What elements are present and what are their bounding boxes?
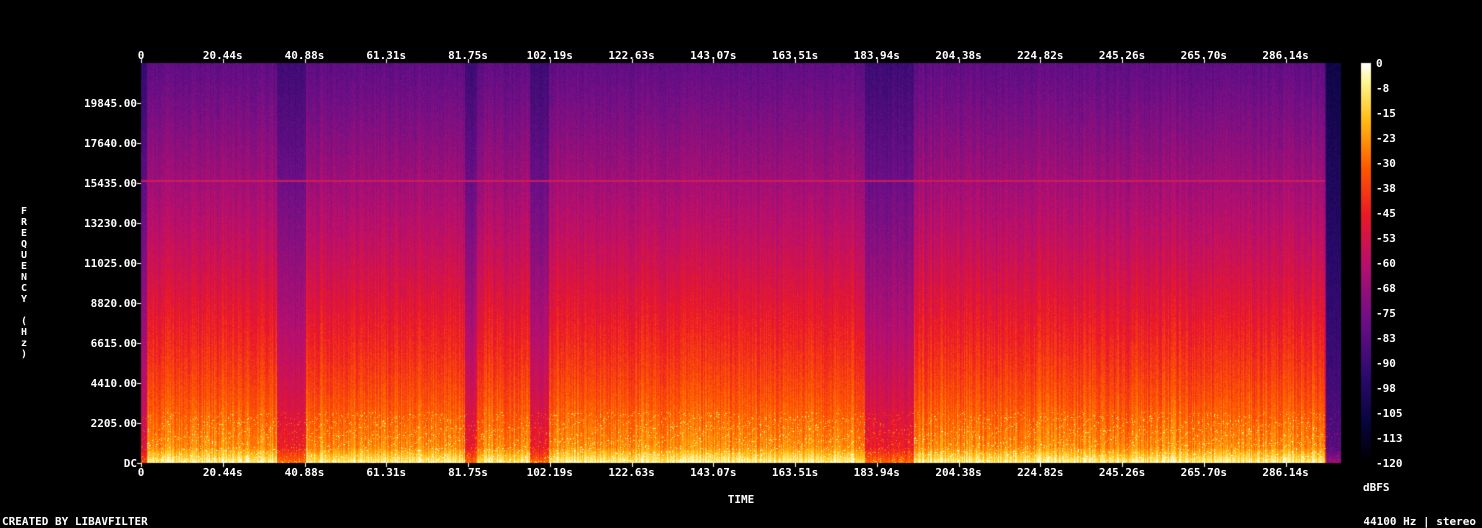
y-tick-label: 11025.00 xyxy=(84,257,137,270)
x-tick-top: 0 xyxy=(137,49,145,62)
y-tick-label: 15435.00 xyxy=(84,177,137,190)
colorbar-tick-label: -45 xyxy=(1376,207,1396,220)
y-tick-label: 17640.00 xyxy=(84,137,137,150)
colorbar-label: dBFS xyxy=(1363,481,1390,494)
colorbar-tick-label: 0 xyxy=(1376,57,1383,70)
colorbar-tick-label: -23 xyxy=(1376,132,1396,145)
x-tick-bottom: 245.26s xyxy=(1098,466,1146,479)
colorbar-tick-label: -120 xyxy=(1376,457,1403,470)
y-tick-label: 6615.00 xyxy=(90,337,137,350)
x-tick-top: 40.88s xyxy=(284,49,325,62)
x-tick-top: 245.26s xyxy=(1098,49,1146,62)
x-tick-bottom: 163.51s xyxy=(771,466,819,479)
colorbar-tick-label: -15 xyxy=(1376,107,1396,120)
x-axis-label: TIME xyxy=(727,493,755,506)
x-tick-top: 20.44s xyxy=(202,49,243,62)
x-tick-bottom: 224.82s xyxy=(1017,466,1064,479)
y-tick-label: 2205.00 xyxy=(90,417,137,430)
x-tick-bottom: 20.44s xyxy=(202,466,243,479)
x-tick-bottom: 265.70s xyxy=(1180,466,1227,479)
colorbar-tick-label: -105 xyxy=(1376,407,1403,420)
x-tick-top: 143.07s xyxy=(690,49,737,62)
x-tick-bottom: 40.88s xyxy=(284,466,325,479)
x-tick-top: 204.38s xyxy=(935,49,982,62)
x-tick-top: 265.70s xyxy=(1180,49,1227,62)
y-tick-label: 8820.00 xyxy=(90,297,137,310)
x-tick-top: 81.75s xyxy=(448,49,488,62)
x-tick-bottom: 81.75s xyxy=(448,466,488,479)
colorbar-tick-label: -38 xyxy=(1376,182,1396,195)
x-tick-top: 183.94s xyxy=(853,49,900,62)
colorbar-tick-label: -60 xyxy=(1376,257,1396,270)
x-tick-top: 122.63s xyxy=(608,49,655,62)
x-tick-bottom: 0 xyxy=(137,466,145,479)
x-tick-bottom: 286.14s xyxy=(1262,466,1309,479)
colorbar-tick-label: -83 xyxy=(1376,332,1396,345)
x-tick-bottom: 143.07s xyxy=(690,466,737,479)
colorbar-tick-label: -98 xyxy=(1376,382,1396,395)
footer-credit: CREATED BY LIBAVFILTER xyxy=(2,515,148,528)
x-tick-bottom: 183.94s xyxy=(853,466,900,479)
x-tick-bottom: 102.19s xyxy=(526,466,573,479)
x-tick-top: 163.51s xyxy=(771,49,819,62)
x-tick-bottom: 204.38s xyxy=(935,466,982,479)
colorbar-tick-label: -8 xyxy=(1376,82,1390,95)
y-axis-label: FREQUENCY (Hz) xyxy=(20,206,28,360)
x-tick-top: 286.14s xyxy=(1262,49,1309,62)
colorbar-tick-label: -90 xyxy=(1376,357,1396,370)
spectrogram-canvas xyxy=(0,0,1482,528)
x-tick-top: 224.82s xyxy=(1017,49,1064,62)
x-tick-top: 61.31s xyxy=(366,49,407,62)
x-tick-bottom: 122.63s xyxy=(608,466,655,479)
colorbar-tick-label: -113 xyxy=(1376,432,1403,445)
colorbar-tick-label: -30 xyxy=(1376,157,1396,170)
y-tick-label: 4410.00 xyxy=(90,377,137,390)
x-tick-bottom: 61.31s xyxy=(366,466,407,479)
y-tick-label: DC xyxy=(123,457,137,470)
footer-format: 44100 Hz | stereo xyxy=(1363,515,1476,528)
colorbar-tick-label: -68 xyxy=(1376,282,1396,295)
y-tick-label: 19845.00 xyxy=(84,97,137,110)
colorbar-tick-label: -75 xyxy=(1376,307,1396,320)
y-tick-label: 13230.00 xyxy=(84,217,137,230)
x-tick-top: 102.19s xyxy=(526,49,573,62)
colorbar-tick-label: -53 xyxy=(1376,232,1396,245)
